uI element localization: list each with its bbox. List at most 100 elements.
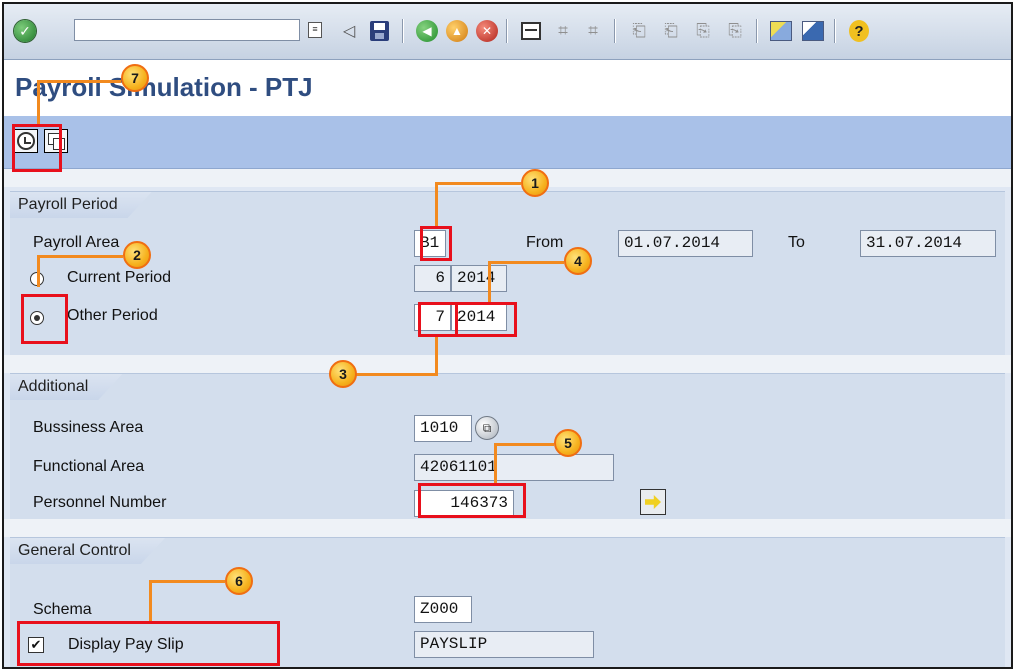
callout-line: [494, 443, 554, 446]
to-label: To: [788, 234, 805, 251]
find-button[interactable]: ⌗: [550, 18, 576, 44]
callout-line: [37, 80, 40, 124]
callout-line: [494, 443, 497, 483]
page-title: Payroll Simulation - PTJ: [15, 72, 313, 102]
business-area-field[interactable]: 1010: [414, 415, 472, 442]
callout-line: [435, 337, 438, 376]
first-page-icon: ⎗: [632, 21, 646, 40]
group-heading-general-control: General Control: [10, 538, 165, 564]
print-icon: [521, 22, 541, 40]
toolbar-separator: [506, 19, 508, 43]
callout-line: [149, 580, 152, 623]
personnel-number-field[interactable]: 146373: [414, 490, 514, 517]
selection-screen: Payroll Period Payroll Area B1 From 01.0…: [4, 169, 1011, 667]
callout-line: [149, 580, 225, 583]
navigate-button[interactable]: [640, 489, 666, 515]
display-pay-slip-label: Display Pay Slip: [68, 636, 184, 653]
toolbar-separator: [614, 19, 616, 43]
value-help-icon[interactable]: ⧉: [475, 416, 499, 440]
callout-line: [37, 255, 123, 258]
step-marker-3: 3: [329, 360, 357, 388]
previous-page-icon: ⎗: [664, 21, 678, 40]
group-payroll-period: Payroll Period Payroll Area B1 From 01.0…: [10, 191, 1005, 356]
green-check-icon: ✓: [14, 20, 36, 42]
personnel-number-label: Personnel Number: [33, 494, 167, 511]
shortcut-icon: [802, 21, 824, 41]
callout-line: [37, 255, 40, 287]
other-period-label: Other Period: [67, 307, 158, 324]
from-date-field: 01.07.2014: [618, 230, 753, 257]
step-marker-1: 1: [521, 169, 549, 197]
multiple-selection-button[interactable]: [44, 129, 68, 153]
spacer: [4, 519, 1011, 537]
help-button[interactable]: ?: [846, 18, 872, 44]
current-period-number-field: 6: [414, 265, 451, 292]
spacer: [4, 355, 1011, 373]
save-icon: [369, 21, 389, 41]
exit-icon: ▲: [446, 20, 468, 42]
back-icon: ◀: [416, 20, 438, 42]
command-field[interactable]: [74, 19, 300, 41]
help-icon: ?: [849, 20, 869, 42]
group-additional: Additional Bussiness Area 1010 ⧉ Functio…: [10, 373, 1005, 520]
multiple-selection-icon: [48, 133, 65, 150]
current-period-year-field: 2014: [451, 265, 507, 292]
schema-label: Schema: [33, 601, 92, 618]
cancel-button[interactable]: ✕: [474, 18, 500, 44]
callout-line: [435, 182, 521, 185]
schema-field[interactable]: Z000: [414, 596, 472, 623]
step-marker-6: 6: [225, 567, 253, 595]
group-heading-additional: Additional: [10, 374, 122, 400]
enter-button[interactable]: ✓: [12, 18, 38, 44]
toolbar-separator: [834, 19, 836, 43]
standard-toolbar: ✓ ≡ ◁ ◀ ▲ ✕ ⌗ ⌗ ⎗ ⎗ ⎘ ⎘ ?: [4, 4, 1011, 60]
next-page-button[interactable]: ⎘: [690, 18, 716, 44]
cancel-icon: ✕: [476, 20, 498, 42]
back-button[interactable]: ◀: [414, 18, 440, 44]
find-next-icon: ⌗: [588, 21, 598, 40]
create-session-icon: [770, 21, 792, 41]
find-next-button[interactable]: ⌗: [580, 18, 606, 44]
callout-line: [37, 80, 121, 83]
shortcut-button[interactable]: [800, 18, 826, 44]
callout-line: [488, 261, 564, 264]
command-field-history-button[interactable]: ≡: [308, 22, 322, 38]
other-period-radio[interactable]: [30, 311, 44, 325]
toolbar-separator: [402, 19, 404, 43]
group-heading-payroll-period: Payroll Period: [10, 192, 152, 218]
step-marker-4: 4: [564, 247, 592, 275]
to-date-field: 31.07.2014: [860, 230, 996, 257]
execute-button[interactable]: [14, 129, 38, 153]
display-pay-slip-checkbox[interactable]: ✔: [28, 637, 44, 653]
find-icon: ⌗: [558, 21, 568, 40]
step-marker-5: 5: [554, 429, 582, 457]
callout-line: [488, 261, 491, 304]
functional-area-label: Functional Area: [33, 458, 145, 475]
step-marker-2: 2: [123, 241, 151, 269]
sap-window: ✓ ≡ ◁ ◀ ▲ ✕ ⌗ ⌗ ⎗ ⎗ ⎘ ⎘ ? Payroll Simula…: [2, 2, 1013, 669]
previous-page-button[interactable]: ⎗: [658, 18, 684, 44]
callout-line: [435, 182, 438, 226]
last-page-button[interactable]: ⎘: [722, 18, 748, 44]
create-session-button[interactable]: [768, 18, 794, 44]
pay-slip-form-field: PAYSLIP: [414, 631, 594, 658]
current-period-label: Current Period: [67, 269, 172, 286]
callout-line: [354, 373, 438, 376]
execute-clock-icon: [17, 132, 35, 150]
from-label: From: [526, 234, 564, 251]
save-button[interactable]: [366, 18, 392, 44]
arrow-right-icon: [645, 495, 661, 509]
application-toolbar: [4, 116, 1011, 169]
other-period-number-field[interactable]: 7: [414, 304, 451, 331]
next-page-icon: ⎘: [696, 21, 710, 40]
back-arrow-icon: ◁: [342, 23, 356, 40]
print-button[interactable]: [518, 18, 544, 44]
group-general-control: General Control Schema Z000 ✔ Display Pa…: [10, 537, 1005, 667]
first-page-button[interactable]: ⎗: [626, 18, 652, 44]
other-period-year-field[interactable]: 2014: [451, 304, 507, 331]
back-arrow-button[interactable]: ◁: [336, 18, 362, 44]
title-bar: Payroll Simulation - PTJ: [4, 60, 1011, 117]
payroll-area-label: Payroll Area: [33, 234, 120, 251]
exit-button[interactable]: ▲: [444, 18, 470, 44]
payroll-area-field[interactable]: B1: [414, 230, 446, 257]
